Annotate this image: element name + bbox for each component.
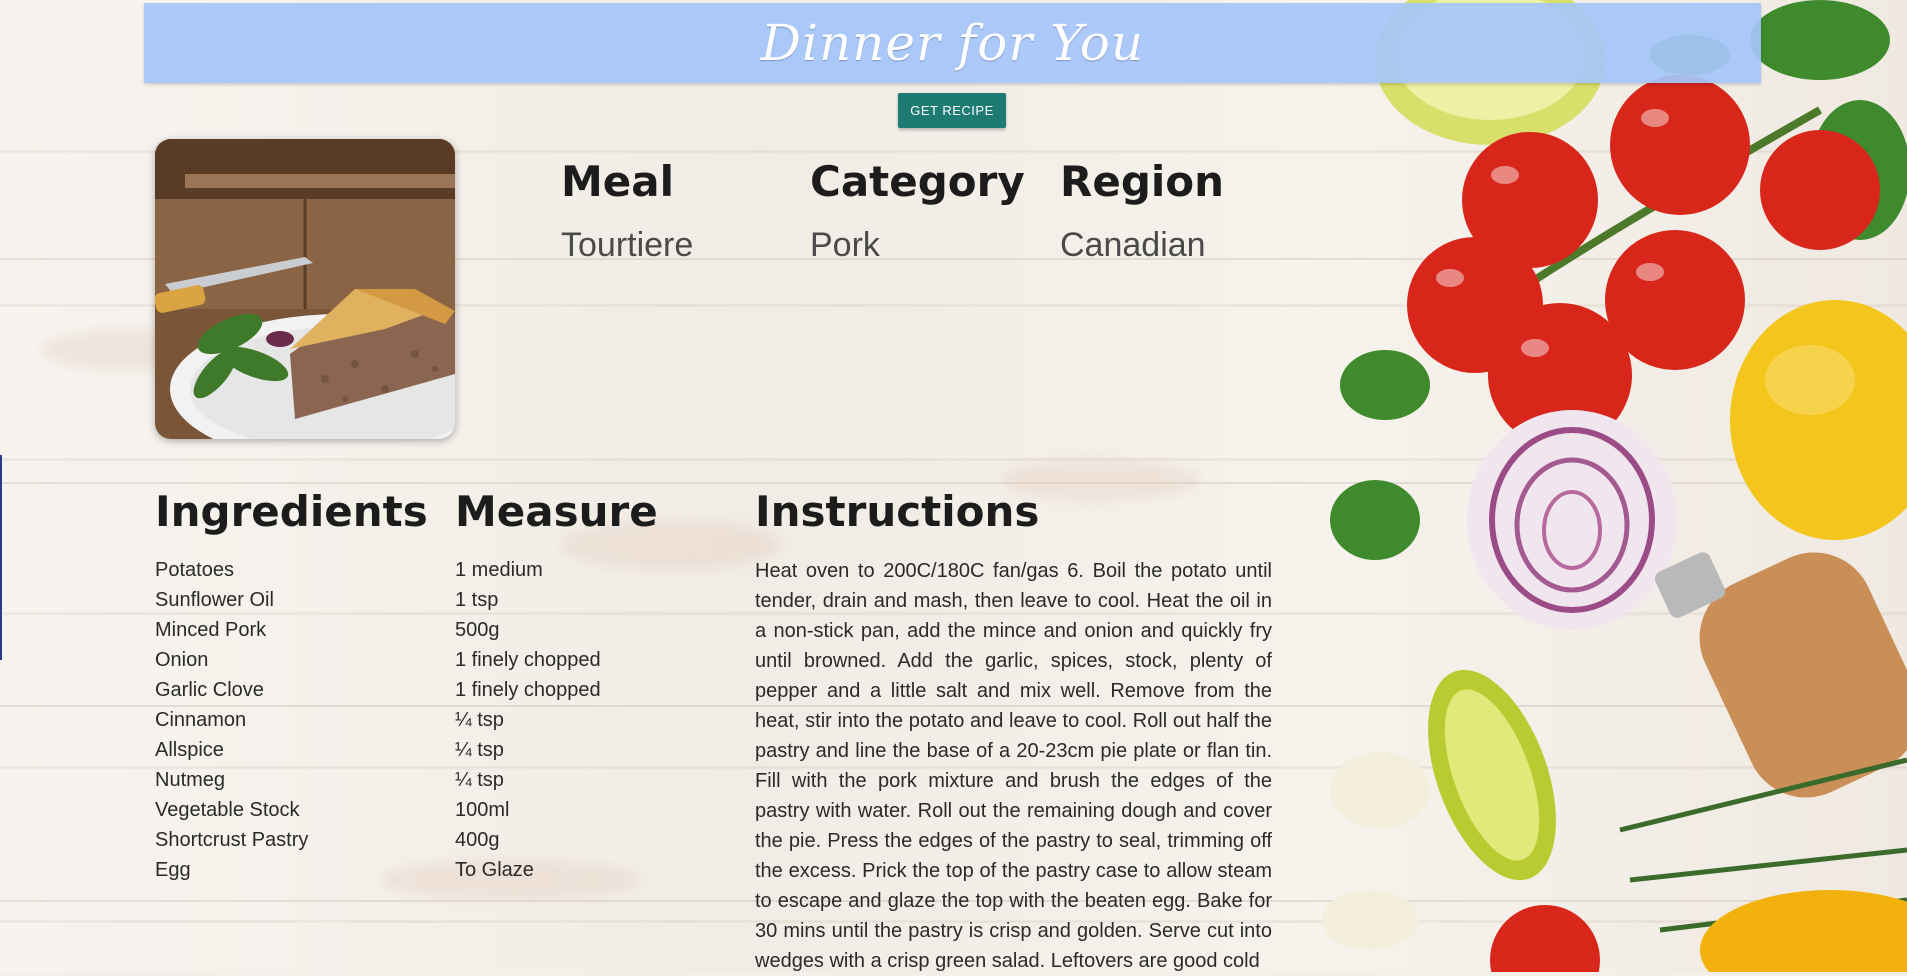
- category-column: Category Pork: [810, 158, 1025, 265]
- measure-item: 1 finely chopped: [455, 649, 601, 671]
- meal-photo: [155, 139, 455, 439]
- measure-item: 1 finely chopped: [455, 679, 601, 701]
- ingredient-item: Vegetable Stock: [155, 799, 300, 821]
- instructions-heading: Instructions: [755, 487, 1040, 536]
- ingredient-item: Nutmeg: [155, 769, 226, 791]
- ingredients-list: Potatoes Sunflower Oil Minced Pork Onion…: [155, 558, 308, 888]
- instructions-text: Heat oven to 200C/180C fan/gas 6. Boil t…: [755, 560, 1272, 972]
- measure-item: ¼ tsp: [455, 709, 504, 731]
- vegetables-decoration: [1322, 0, 1907, 972]
- region-label: Region: [1060, 157, 1225, 206]
- ingredient-item: Potatoes: [155, 559, 234, 581]
- ingredient-item: Shortcrust Pastry: [155, 829, 309, 851]
- get-recipe-button[interactable]: GET RECIPE: [898, 93, 1006, 128]
- measure-item: 1 tsp: [455, 589, 499, 611]
- ingredient-item: Minced Pork: [155, 619, 267, 641]
- region-value: Canadian: [1060, 226, 1206, 264]
- ingredient-item: Garlic Clove: [155, 679, 264, 701]
- ingredient-item: Allspice: [155, 739, 224, 761]
- meal-label: Meal: [561, 157, 675, 206]
- measure-item: 100ml: [455, 799, 510, 821]
- meal-column: Meal Tourtiere: [561, 158, 693, 265]
- measure-item: 500g: [455, 619, 500, 641]
- ingredients-heading: Ingredients: [155, 487, 428, 536]
- site-title: Dinner for You: [760, 14, 1145, 72]
- measure-item: ¼ tsp: [455, 739, 504, 761]
- category-label: Category: [810, 157, 1025, 206]
- ingredient-item: Cinnamon: [155, 709, 247, 731]
- measure-heading: Measure: [455, 487, 658, 536]
- ingredient-item: Egg: [155, 859, 191, 881]
- tourtiere-image: [155, 139, 455, 439]
- left-edge-accent: [0, 455, 2, 660]
- ingredient-item: Sunflower Oil: [155, 589, 274, 611]
- measure-item: To Glaze: [455, 859, 534, 881]
- region-column: Region Canadian: [1060, 158, 1224, 265]
- ingredient-item: Onion: [155, 649, 209, 671]
- site-header: Dinner for You: [144, 3, 1761, 83]
- meal-value: Tourtiere: [561, 226, 694, 264]
- measure-list: 1 medium 1 tsp 500g 1 finely chopped 1 f…: [455, 558, 601, 888]
- measure-item: 400g: [455, 829, 500, 851]
- category-value: Pork: [810, 226, 880, 264]
- measure-item: ¼ tsp: [455, 769, 504, 791]
- measure-item: 1 medium: [455, 559, 543, 581]
